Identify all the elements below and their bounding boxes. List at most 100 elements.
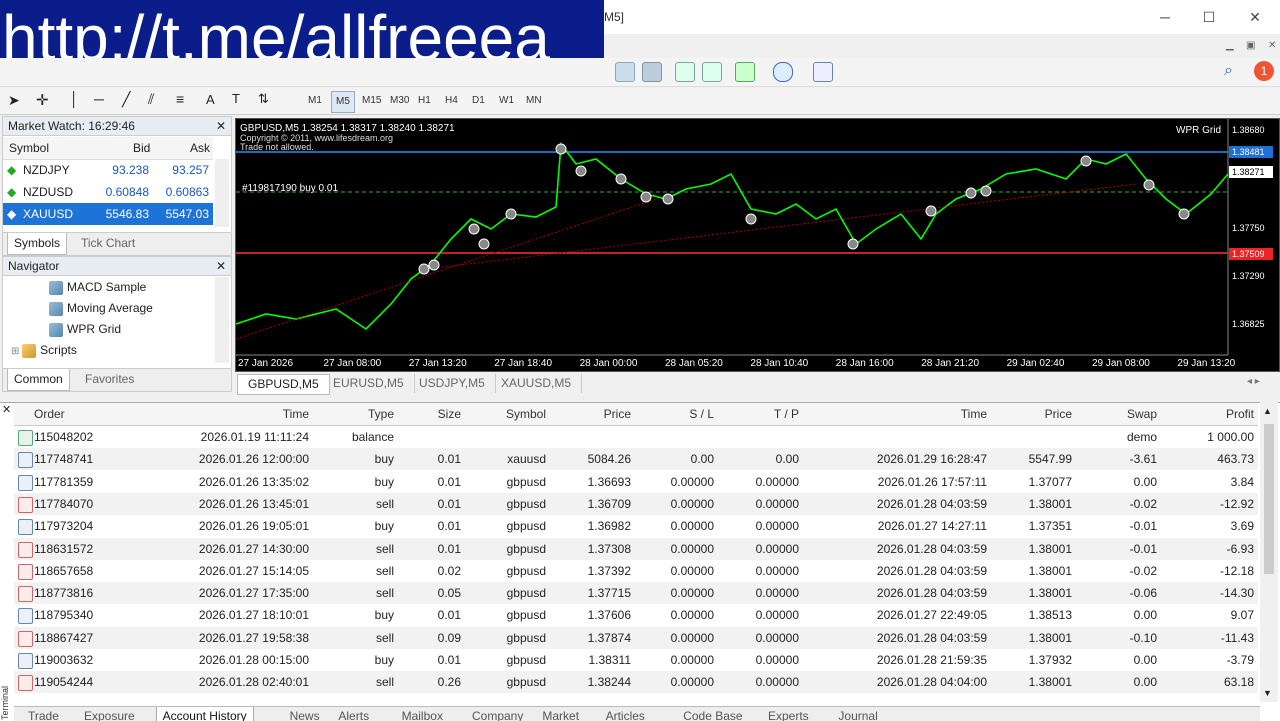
timeframe-w1[interactable]: W1 (495, 91, 518, 111)
tab-eurusd-m5[interactable]: EURUSD,M5 (323, 374, 415, 393)
tab-usdjpy-m5[interactable]: USDJPY,M5 (409, 374, 496, 393)
tab-alerts[interactable]: Alerts (332, 707, 375, 721)
close-button[interactable]: ✕ (1240, 6, 1270, 28)
tab-xauusd-m5[interactable]: XAUUSD,M5 (491, 374, 583, 393)
channel-icon[interactable]: ⫽ (148, 91, 154, 108)
price-chart[interactable]: GBPUSD,M5 1.38254 1.38317 1.38240 1.3827… (235, 118, 1280, 372)
scroll-down-icon[interactable]: ▼ (1263, 688, 1272, 698)
history-scrollbar[interactable]: ▲ ▼ (1260, 402, 1278, 702)
close-icon[interactable]: ✕ (216, 117, 226, 135)
scroll-thumb[interactable] (1264, 424, 1274, 574)
column-header-profit[interactable]: Profit (1162, 403, 1254, 425)
table-row[interactable]: 118773816 2026.01.27 17:35:00 sell 0.05 gbpu… (14, 582, 1258, 605)
table-row[interactable]: 117784070 2026.01.26 13:45:01 sell 0.01 gbpu… (14, 492, 1258, 515)
minimize-button[interactable]: ─ (1150, 6, 1180, 28)
tab-mailbox[interactable]: Mailbox (396, 707, 449, 721)
timeframe-mn[interactable]: MN (522, 91, 546, 111)
fibonacci-icon[interactable]: ≡ (176, 91, 184, 107)
templates-icon[interactable] (813, 62, 833, 82)
horizontal-line-icon[interactable]: ─ (94, 91, 104, 107)
market-watch-row[interactable]: ◆ NZDJPY 93.238 93.257 (3, 159, 213, 181)
scrollbar[interactable] (215, 277, 229, 363)
trade-marker[interactable] (468, 223, 480, 235)
mdi-minimize-icon[interactable]: ▁ (1226, 40, 1234, 51)
timeframe-h1[interactable]: H1 (414, 91, 435, 111)
chart-canvas[interactable]: GBPUSD,M5 1.38254 1.38317 1.38240 1.3827… (235, 119, 1279, 371)
timeframe-m5[interactable]: M5 (331, 91, 355, 113)
close-icon[interactable]: ✕ (216, 257, 226, 275)
column-header-symbol[interactable]: Symbol (466, 403, 546, 425)
tab-account-history[interactable]: Account History (155, 707, 254, 721)
trade-marker[interactable] (1178, 208, 1190, 220)
cursor-icon[interactable]: ➤ (8, 92, 20, 109)
trendline-icon[interactable]: ╱ (122, 91, 130, 108)
timeframe-d1[interactable]: D1 (468, 91, 489, 111)
table-row[interactable]: 115048202 2026.01.19 11:11:24 balance demo 1… (14, 426, 1258, 448)
tab-experts[interactable]: Experts (762, 707, 815, 721)
crosshair-icon[interactable]: ✛ (36, 91, 49, 109)
trade-marker[interactable] (745, 213, 757, 225)
market-watch-row[interactable]: ◆ NZDUSD 0.60848 0.60863 (3, 181, 213, 203)
column-header-order[interactable]: Order (34, 403, 134, 425)
chart-shift-icon[interactable] (675, 62, 695, 82)
scroll-up-icon[interactable]: ▲ (1263, 406, 1272, 416)
tab-news[interactable]: News (284, 707, 326, 721)
maximize-button[interactable]: ☐ (1194, 6, 1224, 28)
nav-item-moving-average[interactable]: Moving Average (49, 298, 153, 318)
tab-code-base[interactable]: Code Base (677, 707, 748, 721)
trade-marker[interactable] (418, 263, 430, 275)
tab-tick-chart[interactable]: Tick Chart (75, 233, 141, 254)
tab-exposure[interactable]: Exposure (78, 707, 141, 721)
market-watch-row[interactable]: ◆ XAUUSD 5546.83 5547.03 (3, 203, 213, 225)
header-ask[interactable]: Ask (190, 137, 210, 159)
trade-marker[interactable] (478, 238, 490, 250)
tab-favorites[interactable]: Favorites (79, 369, 140, 390)
table-row[interactable]: 118867427 2026.01.27 19:58:38 sell 0.09 gbpu… (14, 626, 1258, 649)
trade-marker[interactable] (980, 185, 992, 197)
tab-company[interactable]: Company (466, 707, 529, 721)
timeframe-m30[interactable]: M30 (386, 91, 413, 111)
column-header-time2[interactable]: Time (804, 403, 987, 425)
trade-marker[interactable] (925, 205, 937, 217)
table-row[interactable]: 118795340 2026.01.27 18:10:01 buy 0.01 gbpus… (14, 604, 1258, 627)
trade-marker[interactable] (1080, 155, 1092, 167)
vertical-line-icon[interactable]: │ (70, 91, 79, 107)
column-header-price2[interactable]: Price (992, 403, 1072, 425)
table-row[interactable]: 118631572 2026.01.27 14:30:00 sell 0.01 gbpu… (14, 537, 1258, 560)
tab-symbols[interactable]: Symbols (7, 233, 68, 255)
trade-marker[interactable] (965, 187, 977, 199)
tab-common[interactable]: Common (7, 369, 70, 391)
tile-windows-icon[interactable] (642, 62, 662, 82)
table-row[interactable]: 117973204 2026.01.26 19:05:01 buy 0.01 gbpus… (14, 515, 1258, 538)
column-header-price[interactable]: Price (551, 403, 631, 425)
notification-badge[interactable]: 1 (1254, 61, 1274, 81)
periods-icon[interactable] (773, 62, 793, 82)
column-header-size[interactable]: Size (399, 403, 461, 425)
text-icon[interactable]: A (206, 92, 215, 107)
scrollbar[interactable] (215, 159, 229, 227)
trade-marker[interactable] (847, 238, 859, 250)
table-row[interactable]: 118657658 2026.01.27 15:14:05 sell 0.02 gbpu… (14, 559, 1258, 582)
column-header-sl[interactable]: S / L (636, 403, 714, 425)
trade-marker[interactable] (640, 191, 652, 203)
table-row[interactable]: 119054244 2026.01.28 02:40:01 sell 0.26 gbpu… (14, 671, 1258, 694)
tab-market[interactable]: Market (536, 707, 585, 721)
column-header-type[interactable]: Type (314, 403, 394, 425)
zoom-out-icon[interactable] (615, 62, 635, 82)
trade-marker[interactable] (662, 193, 674, 205)
add-indicator-icon[interactable] (735, 62, 755, 82)
autoscroll-icon[interactable] (702, 62, 722, 82)
table-row[interactable]: 119003632 2026.01.28 00:15:00 buy 0.01 gbpus… (14, 649, 1258, 671)
table-row[interactable]: 117781359 2026.01.26 13:35:02 buy 0.01 gbpus… (14, 470, 1258, 493)
nav-item-wpr-grid[interactable]: WPR Grid (49, 319, 121, 339)
arrows-icon[interactable]: ⇅ (258, 91, 269, 107)
trade-marker[interactable] (555, 143, 567, 155)
trade-marker[interactable] (1143, 179, 1155, 191)
tab-scroll-icon[interactable]: ◂ ▸ (1247, 376, 1260, 387)
search-icon[interactable]: ⌕ (1224, 62, 1233, 80)
table-row[interactable]: 117748741 2026.01.26 12:00:00 buy 0.01 xauus… (14, 448, 1258, 471)
timeframe-h4[interactable]: H4 (441, 91, 462, 111)
close-icon[interactable]: ✕ (2, 403, 11, 416)
trade-marker[interactable] (505, 208, 517, 220)
column-header-swap[interactable]: Swap (1077, 403, 1157, 425)
